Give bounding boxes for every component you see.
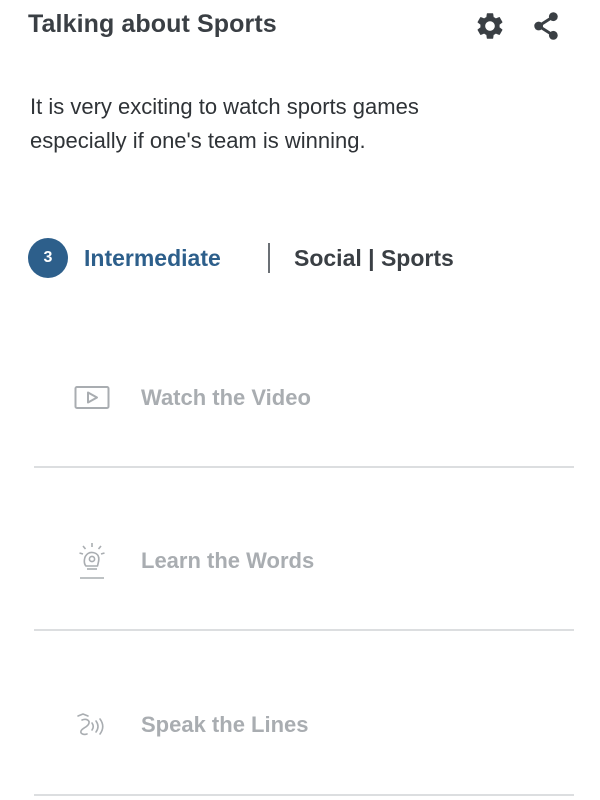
step-learn-words[interactable]: Learn the Words [34,531,574,591]
share-icon [534,12,558,40]
speech-icon [77,713,104,736]
header: Talking about Sports [28,6,572,46]
step-divider [34,794,574,796]
level-badge: 3 [28,238,68,278]
lesson-meta: 3 Intermediate Social | Sports [28,236,454,280]
category-label: Social | Sports [294,244,454,271]
step-divider [34,466,574,468]
lightbulb-icon [79,543,105,579]
meta-divider [268,243,270,273]
level-label: Intermediate [84,244,221,271]
settings-button[interactable] [472,8,508,44]
header-actions [472,8,564,44]
step-label: Speak the Lines [141,712,309,737]
lesson-description: It is very exciting to watch sports game… [30,94,419,153]
lesson-page: Talking about Sports It is very exciting… [0,0,600,800]
video-play-icon [74,386,110,409]
step-label: Watch the Video [141,385,311,410]
gear-icon [477,13,503,39]
step-watch-video[interactable]: Watch the Video [34,368,574,428]
share-button[interactable] [528,8,564,44]
step-speak-lines[interactable]: Speak the Lines [34,695,574,755]
step-divider [34,629,574,631]
step-label: Learn the Words [141,548,315,573]
page-title: Talking about Sports [28,10,277,38]
